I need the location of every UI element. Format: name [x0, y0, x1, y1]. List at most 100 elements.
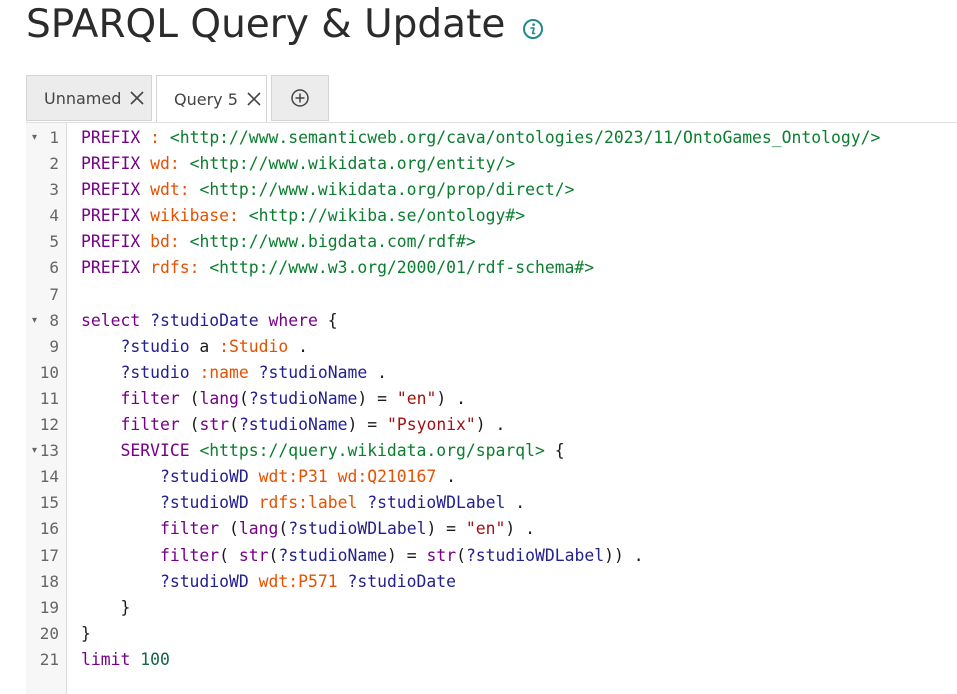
code-token: ) .: [505, 519, 536, 539]
code-line[interactable]: ▾ 13 SERVICE <https://query.wikidata.org/…: [26, 438, 957, 464]
code-text: ?studio a :Studio .: [81, 334, 308, 360]
code-lines[interactable]: ▾ 1 PREFIX : <http://www.semanticweb.org/c…: [26, 125, 957, 673]
code-line[interactable]: 4 PREFIX wikibase: <http://wikiba.se/onto…: [26, 203, 957, 229]
code-text: PREFIX wdt: <http://www.wikidata.org/pro…: [81, 177, 574, 203]
tab-label: Query 5: [174, 89, 238, 109]
code-token: ) =: [426, 519, 466, 539]
close-icon[interactable]: [246, 91, 262, 107]
code-token: ?studioDate: [347, 571, 457, 591]
code-line[interactable]: 9 ?studio a :Studio .: [26, 334, 957, 360]
query-editor[interactable]: ▾ 1 PREFIX : <http://www.semanticweb.org/c…: [26, 122, 957, 694]
line-number: 20: [39, 623, 59, 643]
code-text: PREFIX wikibase: <http://wikiba.se/ontol…: [81, 203, 525, 229]
code-token: .: [288, 336, 308, 356]
line-number: 4: [49, 206, 59, 226]
code-line[interactable]: 18 ?studioWD wdt:P571 ?studioDate: [26, 569, 957, 595]
code-line[interactable]: 21 limit 100: [26, 647, 957, 673]
code-line[interactable]: 10 ?studio :name ?studioName .: [26, 360, 957, 386]
code-text: }: [81, 595, 130, 621]
line-number: 8: [49, 310, 59, 330]
code-token: 100: [140, 649, 170, 669]
code-token: wikibase:: [150, 206, 239, 226]
tab-unnamed[interactable]: Unnamed: [26, 75, 152, 121]
code-token: <http://www.wikidata.org/prop/direct/>: [199, 180, 575, 200]
code-token: (: [219, 545, 239, 565]
code-line[interactable]: 20}: [26, 621, 957, 647]
code-line[interactable]: 3 PREFIX wdt: <http://www.wikidata.org/pr…: [26, 177, 957, 203]
code-token: wd:Q210167: [337, 467, 437, 487]
code-line[interactable]: 7: [26, 282, 957, 308]
code-line[interactable]: ▾ 8 select ?studioDate where {: [26, 308, 957, 334]
code-token: ) =: [386, 545, 427, 565]
code-token: .: [367, 362, 387, 382]
code-token: }: [81, 597, 131, 617]
code-text: ?studioWD wdt:P31 wd:Q210167 .: [81, 464, 456, 490]
close-icon[interactable]: [129, 90, 145, 106]
code-line[interactable]: 16 filter (lang(?studioWDLabel) = "en") …: [26, 516, 957, 542]
code-token: {: [317, 310, 338, 330]
code-token: PREFIX: [81, 154, 141, 174]
query-tab-bar: Unnamed Query 5: [26, 75, 957, 123]
code-line[interactable]: 5 PREFIX bd: <http://www.bigdata.com/rdf#…: [26, 229, 957, 255]
code-text: PREFIX bd: <http://www.bigdata.com/rdf#>: [81, 229, 476, 255]
code-token: <http://www.wikidata.org/entity/>: [189, 154, 516, 174]
line-number: 14: [39, 467, 59, 487]
line-number: 9: [49, 336, 59, 356]
code-token: ?studioWD: [159, 467, 249, 487]
code-token: ?studioWDLabel: [465, 545, 605, 565]
code-token: (: [278, 519, 289, 539]
code-line[interactable]: 2 PREFIX wd: <http://www.wikidata.org/ent…: [26, 151, 957, 177]
add-tab-button[interactable]: [271, 75, 329, 121]
info-icon[interactable]: [522, 18, 544, 40]
plus-circle-icon: [291, 89, 309, 107]
code-line[interactable]: 6 PREFIX rdfs: <http://www.w3.org/2000/01…: [26, 255, 957, 281]
tab-label: Unnamed: [44, 88, 122, 108]
code-text: filter (str(?studioName) = "Psyonix") .: [81, 412, 505, 438]
code-token: (: [238, 388, 249, 408]
tab-query-5[interactable]: Query 5: [156, 75, 267, 123]
code-token: :name: [199, 362, 249, 382]
code-line[interactable]: ▾ 1 PREFIX : <http://www.semanticweb.org/c…: [26, 125, 957, 151]
code-token: (: [268, 545, 279, 565]
code-token: filter: [120, 388, 180, 408]
code-token: (: [179, 388, 200, 408]
code-token: <http://wikiba.se/ontology#>: [248, 206, 526, 226]
code-text: select ?studioDate where {: [81, 308, 338, 334]
code-token: <http://www.semanticweb.org/cava/ontolog…: [169, 128, 881, 147]
code-text: }: [81, 621, 91, 647]
code-token: PREFIX: [81, 232, 141, 252]
code-line[interactable]: 14 ?studioWD wdt:P31 wd:Q210167 .: [26, 464, 957, 490]
code-line[interactable]: 15 ?studioWD rdfs:label ?studioWDLabel .: [26, 490, 957, 516]
code-text: filter( str(?studioName) = str(?studioWD…: [81, 543, 644, 569]
code-line[interactable]: 12 filter (str(?studioName) = "Psyonix")…: [26, 412, 957, 438]
code-token: filter: [159, 519, 220, 539]
code-token: ?studioWDLabel: [367, 493, 506, 513]
code-line[interactable]: 17 filter( str(?studioName) = str(?studi…: [26, 543, 957, 569]
code-token: ?studioName: [238, 415, 348, 435]
code-text: ?studioWD wdt:P571 ?studioDate: [81, 569, 456, 595]
code-line[interactable]: 11 filter (lang(?studioName) = "en") .: [26, 386, 957, 412]
code-token: )) .: [604, 545, 644, 565]
code-token: ) .: [436, 388, 466, 408]
code-token: ?studio: [120, 336, 190, 356]
line-number: 12: [39, 415, 59, 435]
line-number: 18: [39, 571, 59, 591]
code-line[interactable]: 19 }: [26, 595, 957, 621]
code-token: limit: [81, 649, 131, 669]
code-token: "en": [465, 519, 506, 539]
